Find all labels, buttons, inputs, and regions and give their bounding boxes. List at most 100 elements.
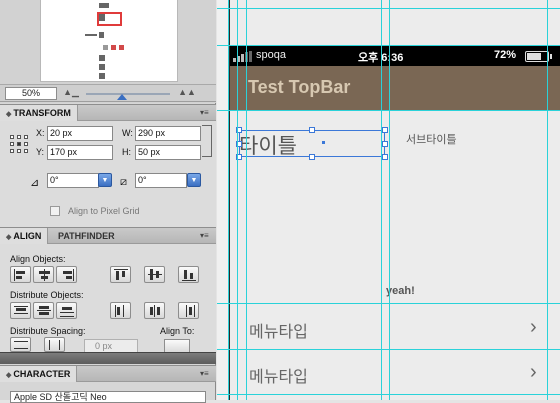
chevron-right-icon: › [530, 316, 537, 338]
align-to-label: Align To: [160, 326, 195, 336]
font-family-select[interactable]: Apple SD 산돌고딕 Neo [10, 391, 206, 403]
thumb-block [99, 3, 109, 8]
yeah-text[interactable]: yeah! [386, 285, 415, 297]
guide-line[interactable] [217, 394, 560, 395]
thumb-block [85, 34, 97, 36]
guide-line[interactable] [217, 110, 560, 111]
thumb-block [99, 32, 104, 38]
reference-point-icon[interactable] [10, 135, 28, 153]
tab-align[interactable]: ◆ ALIGN [0, 228, 49, 244]
align-right-button[interactable] [56, 266, 77, 283]
align-pixel-grid-label: Align to Pixel Grid [68, 206, 140, 216]
battery-percent: 72% [494, 49, 517, 61]
rotate-input[interactable]: 0° [47, 173, 99, 188]
tab-character[interactable]: ◆ CHARACTER [0, 366, 78, 382]
zoom-input[interactable]: 50% [5, 87, 57, 100]
thumb-block [111, 45, 116, 50]
zoom-row: 50% ▲▁ ▲▲ [0, 84, 216, 102]
align-left-button[interactable] [10, 266, 31, 283]
distribute-vertical-space-button[interactable] [10, 337, 31, 352]
rotate-icon: ⊿ [30, 177, 40, 189]
battery-cap [550, 54, 552, 59]
thumb-block [119, 45, 124, 50]
guide-line[interactable] [217, 303, 560, 304]
distribute-spacing-label: Distribute Spacing: [10, 326, 86, 336]
resize-handle[interactable] [382, 141, 388, 147]
navigator-preview[interactable] [40, 0, 178, 82]
constrain-proportions-icon[interactable] [202, 125, 212, 157]
guide-line[interactable] [547, 0, 548, 400]
resize-handle[interactable] [309, 154, 315, 160]
tab-pathfinder[interactable]: PATHFINDER [52, 228, 121, 244]
align-top-button[interactable] [110, 266, 131, 283]
align-horizontal-center-button[interactable] [33, 266, 54, 283]
distribute-objects-label: Distribute Objects: [10, 290, 84, 300]
rotate-dropdown-button[interactable]: ▼ [98, 173, 112, 187]
guide-line[interactable] [237, 0, 238, 400]
selection-center-point [322, 141, 325, 144]
tab-transform[interactable]: ◆ TRANSFORM [0, 105, 78, 121]
navigator-view-box[interactable] [97, 12, 122, 26]
subtitle-text[interactable]: 서브타이틀 [406, 131, 457, 147]
distribute-right-button[interactable] [178, 302, 199, 319]
character-panel-header: ◆ CHARACTER ▾≡ [0, 365, 216, 382]
distribute-horizontal-center-button[interactable] [144, 302, 165, 319]
align-objects-label: Align Objects: [10, 254, 66, 264]
guide-line[interactable] [217, 349, 560, 350]
guide-line[interactable] [246, 0, 247, 400]
carrier-name: spoqa [256, 49, 286, 61]
tab-character-label: CHARACTER [13, 369, 71, 379]
distribute-horizontal-space-button[interactable] [44, 337, 65, 352]
resize-handle[interactable] [309, 127, 315, 133]
guide-line[interactable] [381, 0, 382, 400]
zoom-out-icon[interactable]: ▲▁ [60, 87, 82, 100]
artboard[interactable]: spoqa 오후 6:36 72% Test TopBar 타이틀 서브타이틀 … [229, 0, 560, 400]
align-vertical-center-button[interactable] [144, 266, 165, 283]
zoom-slider-knob[interactable] [117, 94, 127, 100]
guide-line[interactable] [217, 45, 560, 46]
align-pixel-grid-checkbox[interactable] [50, 206, 60, 216]
design-canvas[interactable]: spoqa 오후 6:36 72% Test TopBar 타이틀 서브타이틀 … [217, 0, 560, 400]
distribute-top-button[interactable] [10, 302, 31, 319]
x-label: X: [36, 128, 45, 138]
spacing-input[interactable]: 0 px [84, 339, 138, 353]
battery-icon [525, 51, 549, 62]
resize-handle[interactable] [382, 127, 388, 133]
navigator-panel: 50% ▲▁ ▲▲ [0, 0, 216, 103]
distribute-left-button[interactable] [110, 302, 131, 319]
y-label: Y: [36, 147, 45, 157]
distribute-bottom-button[interactable] [56, 302, 77, 319]
y-input[interactable]: 170 px [47, 145, 113, 160]
panel-menu-icon[interactable]: ▾≡ [200, 108, 212, 117]
shear-dropdown-button[interactable]: ▼ [187, 173, 201, 187]
thumb-block [99, 55, 105, 61]
thumb-block [103, 45, 108, 50]
panel-dock-divider[interactable] [0, 352, 216, 364]
menu-item[interactable]: 메뉴타입 › [230, 350, 560, 394]
width-input[interactable]: 290 px [135, 126, 201, 141]
panel-menu-icon[interactable]: ▾≡ [200, 369, 212, 378]
x-input[interactable]: 20 px [47, 126, 113, 141]
align-bottom-button[interactable] [178, 266, 199, 283]
selection-bounding-box[interactable] [239, 130, 385, 157]
status-bar: spoqa 오후 6:36 72% [230, 46, 560, 66]
tab-transform-label: TRANSFORM [13, 108, 71, 118]
guide-line[interactable] [228, 0, 229, 400]
guide-line[interactable] [217, 8, 560, 9]
thumb-block [99, 73, 105, 79]
top-bar[interactable]: Test TopBar [230, 66, 560, 110]
shear-input[interactable]: 0° [135, 173, 187, 188]
height-input[interactable]: 50 px [135, 145, 201, 160]
panel-menu-icon[interactable]: ▾≡ [200, 231, 212, 240]
tab-grip-icon: ◆ [6, 372, 12, 379]
guide-line[interactable] [389, 0, 390, 400]
menu-item[interactable]: 메뉴타입 › [230, 305, 560, 349]
zoom-in-icon[interactable]: ▲▲ [176, 87, 198, 100]
distribute-vertical-center-button[interactable] [33, 302, 54, 319]
zoom-slider[interactable] [86, 93, 170, 95]
thumb-block [99, 64, 105, 70]
tab-align-label: ALIGN [13, 231, 42, 241]
resize-handle[interactable] [382, 154, 388, 160]
menu-item-label: 메뉴타입 [249, 369, 308, 386]
top-bar-title: Test TopBar [248, 77, 351, 97]
